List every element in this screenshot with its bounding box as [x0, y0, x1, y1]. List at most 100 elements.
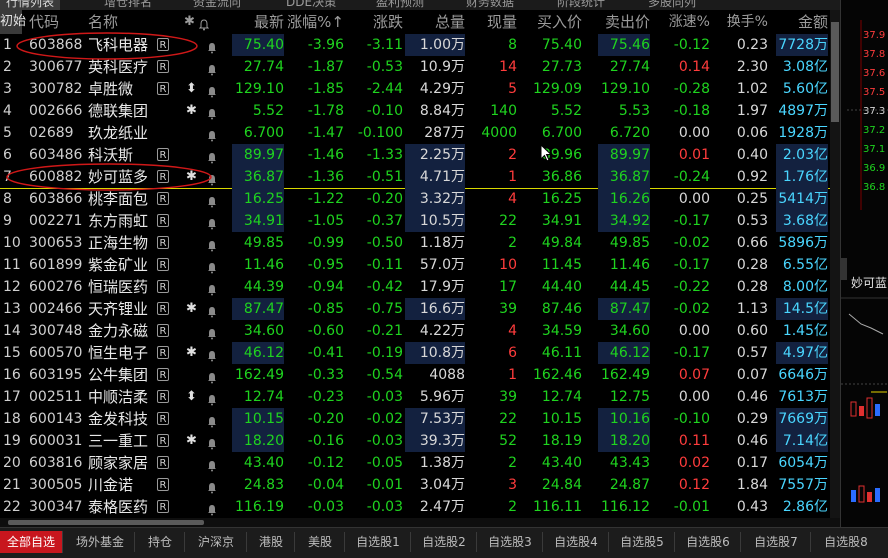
stock-name[interactable]: 天齐锂业 [88, 298, 148, 320]
bell-icon[interactable] [207, 61, 217, 76]
stock-code[interactable]: 603486 [29, 144, 82, 166]
bell-icon[interactable] [207, 171, 217, 186]
tab-watchlist-1[interactable]: 自选股1 [346, 532, 411, 552]
stock-code[interactable]: 603816 [29, 452, 82, 474]
header-current-volume[interactable]: 现量 [471, 10, 517, 34]
stock-name[interactable]: 公牛集团 [88, 364, 148, 386]
stock-code[interactable]: 600570 [29, 342, 82, 364]
header-change[interactable]: 涨跌 [350, 10, 403, 34]
stock-code[interactable]: 002511 [29, 386, 82, 408]
vertical-scrollbar-thumb[interactable] [831, 22, 839, 122]
bell-icon[interactable] [207, 501, 217, 516]
bell-icon[interactable] [207, 413, 217, 428]
bell-icon[interactable] [207, 39, 217, 54]
table-row[interactable]: 20 603816 顾家家居 R 43.40 -0.12 -0.05 1.38万 2 43.40 4… [0, 452, 840, 474]
header-turnover[interactable]: 换手% [716, 10, 768, 34]
table-row[interactable]: 11 601899 紫金矿业 R 11.46 -0.95 -0.11 57.0万 10 11.45… [0, 254, 840, 276]
header-change-pct[interactable]: 涨幅%↑ [284, 10, 344, 34]
vertical-scrollbar[interactable] [830, 10, 840, 518]
tab-holdings[interactable]: 持仓 [136, 532, 185, 552]
stock-code[interactable]: 600276 [29, 276, 82, 298]
header-mark[interactable]: ✱ [184, 10, 195, 34]
bell-icon[interactable] [207, 347, 217, 362]
table-row[interactable]: 5 02689 玖龙纸业 6.700 -1.47 -0.100 287万 4000 6.700 6… [0, 122, 840, 144]
header-bid[interactable]: 买入价 [530, 10, 582, 34]
tab-watchlist-5[interactable]: 自选股5 [610, 532, 675, 552]
table-row[interactable]: 16 603195 公牛集团 R 162.49 -0.33 -0.54 4088 1 162.46… [0, 364, 840, 386]
stock-name[interactable]: 玖龙纸业 [88, 122, 148, 144]
table-row[interactable]: 4 002666 德联集团 ✱ 5.52 -1.78 -0.10 8.84万 140 5.52 5.… [0, 100, 840, 122]
header-price[interactable]: 最新 [232, 10, 284, 34]
stock-table[interactable]: 1 603868 飞科电器 R 75.40 -3.96 -3.11 1.00万 8 75.40 75… [0, 34, 840, 518]
stock-name[interactable]: 桃李面包 [88, 188, 148, 210]
bell-icon[interactable] [207, 457, 217, 472]
stock-name[interactable]: 德联集团 [88, 100, 148, 122]
tab-us-stocks[interactable]: 美股 [296, 532, 345, 552]
bell-icon[interactable] [207, 479, 217, 494]
panel-collapse-handle[interactable] [841, 258, 847, 280]
tab-watchlist-6[interactable]: 自选股6 [676, 532, 741, 552]
stock-name[interactable]: 恒生电子 [88, 342, 148, 364]
bell-icon[interactable] [207, 193, 217, 208]
tab-watchlist-8[interactable]: 自选股8 [812, 532, 880, 552]
tab-watchlist-3[interactable]: 自选股3 [478, 532, 543, 552]
table-row[interactable]: 3 300782 卓胜微 R ⬍ 129.10 -1.85 -2.44 4.29万 5 129.09… [0, 78, 840, 100]
tab-position-rank[interactable]: 增仓排名 [104, 0, 152, 10]
tab-watchlist-7[interactable]: 自选股7 [742, 532, 811, 552]
bell-icon[interactable] [207, 435, 217, 450]
stock-name[interactable]: 紫金矿业 [88, 254, 148, 276]
stock-name[interactable]: 妙可蓝多 [88, 166, 148, 188]
stock-name[interactable]: 正海生物 [88, 232, 148, 254]
header-amount[interactable]: 金额 [776, 10, 828, 34]
stock-code[interactable]: 300347 [29, 496, 82, 518]
table-row[interactable]: 8 603866 桃李面包 R 16.25 -1.22 -0.20 3.32万 4 16.25 16… [0, 188, 840, 210]
tab-fund-flow[interactable]: 资金流向 [193, 0, 241, 10]
stock-code[interactable]: 603868 [29, 34, 82, 56]
header-volume[interactable]: 总量 [405, 10, 465, 34]
table-row[interactable]: 10 300653 正海生物 R 49.85 -0.99 -0.50 1.18万 2 49.84 4… [0, 232, 840, 254]
stock-name[interactable]: 泰格医药 [88, 496, 148, 518]
stock-name[interactable]: 英科医疗 [88, 56, 148, 78]
stock-code[interactable]: 300748 [29, 320, 82, 342]
table-row[interactable]: 22 300347 泰格医药 R 116.19 -0.03 -0.03 2.47万 2 116.1… [0, 496, 840, 518]
tab-shanghai-shenzhen[interactable]: 沪深京 [186, 532, 247, 552]
tab-otc-fund[interactable]: 场外基金 [66, 532, 135, 552]
stock-code[interactable]: 002466 [29, 298, 82, 320]
bell-icon[interactable] [207, 149, 217, 164]
stock-name[interactable]: 中顺洁柔 [88, 386, 148, 408]
stock-name[interactable]: 三一重工 [88, 430, 148, 452]
tab-multi-stock[interactable]: 多股同列 [648, 0, 696, 10]
stock-name[interactable]: 飞科电器 [88, 34, 148, 56]
table-row[interactable]: 6 603486 科沃斯 R 89.97 -1.46 -1.33 2.25万 2 89.96 89.… [0, 144, 840, 166]
header-name[interactable]: 称 [103, 10, 118, 34]
bell-icon[interactable] [207, 369, 217, 384]
table-row[interactable]: 12 600276 恒瑞医药 R 44.39 -0.94 -0.42 17.9万 17 44.40… [0, 276, 840, 298]
stock-code[interactable]: 300677 [29, 56, 82, 78]
stock-code[interactable]: 002666 [29, 100, 82, 122]
header-first[interactable]: 初始 [0, 10, 26, 34]
header-name-prefix[interactable]: 名 [88, 10, 103, 34]
stock-name[interactable]: 卓胜微 [88, 78, 133, 100]
tab-all-watchlist[interactable]: 全部自选 [0, 531, 63, 553]
stock-name[interactable]: 金力永磁 [88, 320, 148, 342]
bell-icon[interactable] [207, 83, 217, 98]
stock-code[interactable]: 603866 [29, 188, 82, 210]
table-row[interactable]: 15 600570 恒生电子 R ✱ 46.12 -0.41 -0.19 10.8万 6 46.11… [0, 342, 840, 364]
tab-hk-stocks[interactable]: 港股 [248, 532, 295, 552]
stock-name[interactable]: 东方雨虹 [88, 210, 148, 232]
horizontal-scrollbar[interactable] [0, 518, 840, 527]
stock-code[interactable]: 02689 [29, 122, 74, 144]
stock-name[interactable]: 顾家家居 [88, 452, 148, 474]
bell-icon[interactable] [207, 127, 217, 142]
header-code[interactable]: 代码 [29, 10, 59, 34]
stock-code[interactable]: 601899 [29, 254, 82, 276]
stock-code[interactable]: 300782 [29, 78, 82, 100]
stock-name[interactable]: 恒瑞医药 [88, 276, 148, 298]
table-row[interactable]: 14 300748 金力永磁 R 34.60 -0.60 -0.21 4.22万 4 34.59 3… [0, 320, 840, 342]
tab-stage-stats[interactable]: 阶段统计 [557, 0, 605, 10]
table-row[interactable]: 1 603868 飞科电器 R 75.40 -3.96 -3.11 1.00万 8 75.40 75… [0, 34, 840, 56]
table-row[interactable]: 7 600882 妙可蓝多 R ✱ 36.87 -1.36 -0.51 4.71万 1 36.86 3… [0, 166, 840, 188]
stock-code[interactable]: 300653 [29, 232, 82, 254]
bell-icon[interactable] [207, 325, 217, 340]
stock-name[interactable]: 川金诺 [88, 474, 133, 496]
